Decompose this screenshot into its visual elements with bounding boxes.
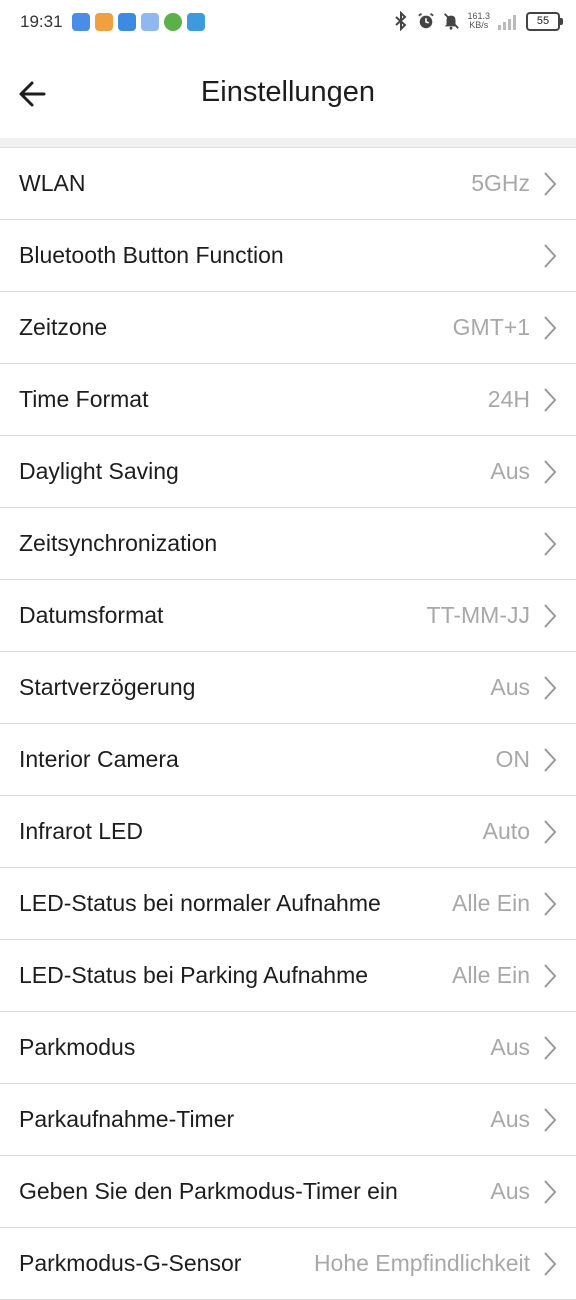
setting-label: Infrarot LED xyxy=(19,818,143,844)
setting-label: LED-Status bei Parking Aufnahme xyxy=(19,962,369,988)
setting-time-format[interactable]: Time Format 24H xyxy=(0,364,576,436)
settings-list: WLAN 5GHz Bluetooth Button Function Zeit… xyxy=(0,148,576,1300)
chevron-right-icon xyxy=(544,1252,557,1276)
setting-label: Bluetooth Button Function xyxy=(19,242,284,268)
setting-label: Datumsformat xyxy=(19,602,164,628)
chevron-right-icon xyxy=(544,316,557,340)
chevron-right-icon xyxy=(544,532,557,556)
setting-value: Alle Ein xyxy=(452,962,530,988)
mute-bell-icon xyxy=(444,13,460,30)
setting-led-status-parking[interactable]: LED-Status bei Parking Aufnahme Alle Ein xyxy=(0,940,576,1012)
setting-parkmodus-timer-input[interactable]: Geben Sie den Parkmodus-Timer ein Aus xyxy=(0,1156,576,1228)
network-speed: 161.3 KB/s xyxy=(467,12,490,30)
setting-wlan[interactable]: WLAN 5GHz xyxy=(0,148,576,220)
setting-value: 24H xyxy=(487,386,530,412)
setting-parkmodus[interactable]: Parkmodus Aus xyxy=(0,1012,576,1084)
setting-interior-camera[interactable]: Interior Camera ON xyxy=(0,724,576,796)
alarm-icon xyxy=(418,13,435,29)
app-header: Einstellungen xyxy=(0,46,576,138)
chevron-right-icon xyxy=(544,388,557,412)
setting-value: Aus xyxy=(490,1178,530,1204)
chevron-right-icon xyxy=(544,1036,557,1060)
status-time: 19:31 xyxy=(20,12,63,31)
setting-daylight-saving[interactable]: Daylight Saving Aus xyxy=(0,436,576,508)
status-bar: 19:31 161.3 KB/s 55 xyxy=(0,0,576,46)
chevron-right-icon xyxy=(544,172,557,196)
setting-label: Parkmodus-G-Sensor xyxy=(19,1250,242,1276)
setting-label: Time Format xyxy=(19,386,149,412)
game-app-icon xyxy=(164,13,182,31)
setting-value: 5GHz xyxy=(471,170,530,196)
setting-bluetooth-button-function[interactable]: Bluetooth Button Function xyxy=(0,220,576,292)
chevron-right-icon xyxy=(544,964,557,988)
setting-value: Aus xyxy=(490,674,530,700)
setting-value: Aus xyxy=(490,1034,530,1060)
notification-icons xyxy=(72,13,205,31)
setting-label: WLAN xyxy=(19,170,86,196)
setting-value: Aus xyxy=(490,1106,530,1132)
setting-value: Auto xyxy=(482,818,530,844)
setting-value: TT-MM-JJ xyxy=(426,602,530,628)
page-title: Einstellungen xyxy=(200,76,376,108)
setting-parkmodus-g-sensor[interactable]: Parkmodus-G-Sensor Hohe Empfindlichkeit xyxy=(0,1228,576,1300)
header-divider xyxy=(0,138,576,148)
setting-value: ON xyxy=(495,746,531,772)
setting-zeitzone[interactable]: Zeitzone GMT+1 xyxy=(0,292,576,364)
setting-label: Parkaufnahme-Timer xyxy=(19,1106,235,1132)
system-icons: 161.3 KB/s 55 xyxy=(392,11,563,31)
signal-icon xyxy=(498,15,516,30)
setting-label: Interior Camera xyxy=(19,746,179,772)
setting-label: Daylight Saving xyxy=(19,458,179,484)
wifi-app-icon xyxy=(72,13,90,31)
setting-led-status-normal[interactable]: LED-Status bei normaler Aufnahme Alle Ei… xyxy=(0,868,576,940)
setting-parkaufnahme-timer[interactable]: Parkaufnahme-Timer Aus xyxy=(0,1084,576,1156)
setting-zeitsynchronization[interactable]: Zeitsynchronization xyxy=(0,508,576,580)
setting-datumsformat[interactable]: Datumsformat TT-MM-JJ xyxy=(0,580,576,652)
setting-value: GMT+1 xyxy=(452,314,530,340)
setting-infrarot-led[interactable]: Infrarot LED Auto xyxy=(0,796,576,868)
hourglass-app-icon xyxy=(95,13,113,31)
chevron-right-icon xyxy=(544,460,557,484)
setting-startverzoegerung[interactable]: Startverzögerung Aus xyxy=(0,652,576,724)
setting-label: Parkmodus xyxy=(19,1034,136,1060)
fan-app-icon xyxy=(118,13,136,31)
chevron-right-icon xyxy=(544,604,557,628)
setting-label: Geben Sie den Parkmodus-Timer ein xyxy=(19,1178,398,1204)
chevron-right-icon xyxy=(544,1180,557,1204)
bluetooth-icon xyxy=(395,11,407,31)
chevron-right-icon xyxy=(544,676,557,700)
setting-value: Hohe Empfindlichkeit xyxy=(313,1250,530,1276)
battery-icon: 55 xyxy=(526,11,563,31)
setting-value: Alle Ein xyxy=(452,890,530,916)
setting-label: Zeitsynchronization xyxy=(19,530,218,556)
chevron-right-icon xyxy=(544,748,557,772)
chevron-right-icon xyxy=(544,244,557,268)
setting-value: Aus xyxy=(490,458,530,484)
setting-label: LED-Status bei normaler Aufnahme xyxy=(19,890,381,916)
mail-app-icon xyxy=(141,13,159,31)
chevron-right-icon xyxy=(544,892,557,916)
chevron-right-icon xyxy=(544,820,557,844)
setting-label: Zeitzone xyxy=(19,314,108,340)
clipboard-app-icon xyxy=(187,13,205,31)
network-speed-unit: KB/s xyxy=(469,20,489,30)
chevron-right-icon xyxy=(544,1108,557,1132)
setting-label: Startverzögerung xyxy=(19,674,196,700)
